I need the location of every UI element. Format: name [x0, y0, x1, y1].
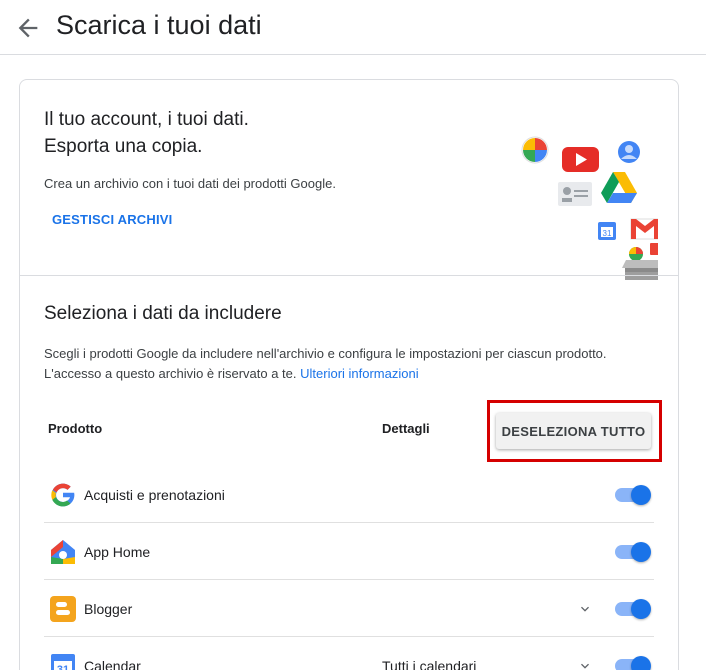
manage-archives-link[interactable]: GESTISCI ARCHIVI — [52, 212, 172, 227]
hero-title-line1: Il tuo account, i tuoi dati. — [44, 109, 249, 130]
section-divider — [20, 275, 678, 276]
product-toggle[interactable] — [613, 542, 651, 562]
column-header-product: Prodotto — [48, 421, 103, 436]
product-row: 31 Calendar Tutti i calendari — [44, 637, 654, 670]
toggle-knob — [631, 599, 651, 619]
toggle-knob — [631, 542, 651, 562]
gmail-icon — [630, 218, 658, 240]
products-illustration: 31 — [521, 136, 658, 280]
hero-description: Crea un archivio con i tuoi dati dei pro… — [44, 176, 336, 191]
product-toggle[interactable] — [613, 599, 651, 619]
product-toggle[interactable] — [613, 656, 651, 670]
toggle-knob — [631, 656, 651, 670]
selection-description: Scegli i prodotti Google da includere ne… — [44, 344, 664, 384]
product-row: Blogger — [44, 580, 654, 637]
top-bar: Scarica i tuoi dati — [0, 0, 706, 55]
chevron-down-icon[interactable] — [577, 601, 593, 617]
product-name: App Home — [84, 544, 151, 560]
photos-icon — [521, 136, 549, 164]
google-g-icon — [51, 483, 76, 507]
chevron-down-icon[interactable] — [577, 658, 593, 670]
product-toggle[interactable] — [613, 485, 651, 505]
column-header-details: Dettagli — [382, 421, 430, 436]
calendar-day-label: 31 — [57, 664, 69, 670]
calendar-icon: 31 — [51, 654, 75, 670]
blogger-icon — [50, 596, 76, 622]
product-row: App Home — [44, 523, 654, 580]
product-row: Acquisti e prenotazioni — [44, 466, 654, 523]
svg-text:31: 31 — [603, 229, 612, 238]
toggle-knob — [631, 485, 651, 505]
takeout-card: Il tuo account, i tuoi dati. Esporta una… — [19, 79, 679, 670]
google-home-icon — [51, 540, 75, 564]
back-button[interactable] — [14, 14, 42, 42]
youtube-icon — [562, 147, 599, 172]
product-name: Blogger — [84, 601, 133, 617]
page-title: Scarica i tuoi dati — [56, 10, 262, 40]
hero-title-line2: Esporta una copia. — [44, 136, 203, 157]
arrow-back-icon — [18, 18, 38, 38]
product-detail[interactable]: Tutti i calendari — [382, 658, 476, 670]
product-name: Acquisti e prenotazioni — [84, 487, 225, 503]
drive-icon — [601, 172, 637, 203]
calendar-small-icon: 31 — [598, 222, 616, 240]
contacts-icon — [618, 141, 640, 163]
contact-card-icon — [558, 182, 592, 206]
hero-title: Il tuo account, i tuoi dati. Esporta una… — [44, 106, 464, 160]
photos-small-icon — [629, 247, 643, 261]
deselect-all-button[interactable]: DESELEZIONA TUTTO — [496, 413, 651, 449]
product-name: Calendar — [84, 658, 141, 670]
selection-title: Seleziona i dati da includere — [44, 303, 282, 324]
learn-more-link[interactable]: Ulteriori informazioni — [300, 366, 418, 381]
